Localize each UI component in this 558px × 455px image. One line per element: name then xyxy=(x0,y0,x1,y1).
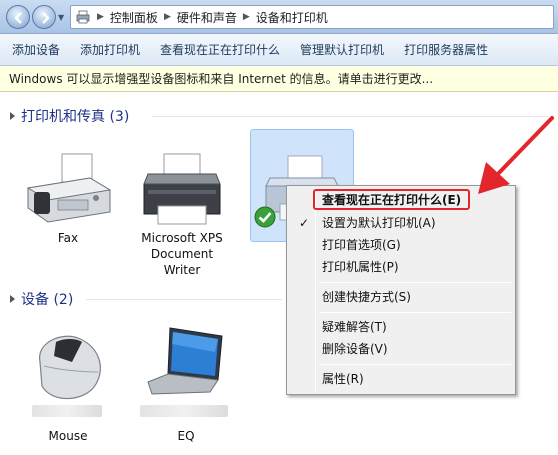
devices-printers-icon xyxy=(76,10,90,24)
breadcrumb-separator-icon: ▶ xyxy=(97,12,104,22)
collapse-triangle-icon[interactable] xyxy=(10,112,15,120)
menu-item-printer-properties[interactable]: 打印机属性(P) xyxy=(289,256,513,278)
xps-printer-device[interactable]: Microsoft XPS Document Writer xyxy=(132,150,232,278)
checkmark-icon: ✓ xyxy=(299,216,310,230)
back-button[interactable] xyxy=(6,5,30,29)
fax-icon xyxy=(26,153,112,223)
menu-separator xyxy=(319,364,511,365)
menu-item-remove-device[interactable]: 删除设备(V) xyxy=(289,338,513,360)
device-label: Mouse xyxy=(48,429,88,443)
information-bar[interactable]: Windows 可以显示增强型设备图标和来自 Internet 的信息。请单击进… xyxy=(0,66,558,92)
breadcrumb-separator-icon[interactable]: ▶ xyxy=(243,12,250,22)
arrow-left-icon xyxy=(14,12,22,24)
menu-separator xyxy=(319,312,511,313)
menu-separator xyxy=(319,282,511,283)
section-divider xyxy=(86,299,282,300)
printers-section-header[interactable]: 打印机和传真 (3) xyxy=(10,106,129,126)
devices-section-header[interactable]: 设备 (2) xyxy=(10,289,73,309)
device-label-line-3: Writer xyxy=(163,263,201,277)
menu-item-printing-preferences[interactable]: 打印首选项(G) xyxy=(289,234,513,256)
laptop-icon xyxy=(147,327,223,395)
address-bar-area: ▼ ▶ 控制面板 ▶ 硬件和声音 ▶ 设备和打印机 xyxy=(0,0,558,34)
computer-device[interactable]: EQ xyxy=(136,322,236,444)
history-dropdown-icon[interactable]: ▼ xyxy=(58,13,64,22)
add-device-button[interactable]: 添加设备 xyxy=(0,41,70,58)
menu-item-troubleshoot[interactable]: 疑难解答(T) xyxy=(289,316,513,338)
breadcrumb-hardware-sound[interactable]: 硬件和声音 xyxy=(177,9,237,26)
menu-item-label: 设置为默认打印机(A) xyxy=(322,216,436,230)
address-field[interactable]: ▶ 控制面板 ▶ 硬件和声音 ▶ 设备和打印机 xyxy=(70,5,554,29)
mouse-icon xyxy=(39,335,101,400)
device-label: Fax xyxy=(57,231,79,245)
forward-button[interactable] xyxy=(32,5,56,29)
command-bar: 添加设备 添加打印机 查看现在正在打印什么 管理默认打印机 打印服务器属性 xyxy=(0,34,558,66)
arrow-right-icon xyxy=(42,12,50,24)
see-whats-printing-button[interactable]: 查看现在正在打印什么 xyxy=(150,41,290,58)
add-printer-button[interactable]: 添加打印机 xyxy=(70,41,150,58)
breadcrumb-control-panel[interactable]: 控制面板 xyxy=(110,9,158,26)
print-server-properties-button[interactable]: 打印服务器属性 xyxy=(394,41,498,58)
breadcrumb-separator-icon[interactable]: ▶ xyxy=(164,12,171,22)
mouse-device[interactable]: Mouse xyxy=(18,322,118,444)
printer-context-menu: 查看现在正在打印什么(E) ✓ 设置为默认打印机(A) 打印首选项(G) 打印机… xyxy=(286,185,516,395)
menu-item-create-shortcut[interactable]: 创建快捷方式(S) xyxy=(289,286,513,308)
section-divider xyxy=(152,116,548,117)
printer-icon xyxy=(143,153,221,225)
fax-device[interactable]: Fax xyxy=(18,150,118,246)
device-label: EQ xyxy=(177,429,195,443)
redacted-text xyxy=(32,405,102,417)
menu-item-properties[interactable]: 属性(R) xyxy=(289,368,513,390)
default-printer-check-icon xyxy=(254,206,276,228)
breadcrumb-devices-printers[interactable]: 设备和打印机 xyxy=(256,9,328,26)
device-label-line-2: Document xyxy=(150,247,214,261)
menu-item-set-default-printer[interactable]: ✓ 设置为默认打印机(A) xyxy=(289,212,513,234)
printers-section-title: 打印机和传真 (3) xyxy=(21,109,130,125)
redacted-text xyxy=(140,405,228,417)
device-label-line-1: Microsoft XPS xyxy=(141,231,223,245)
manage-default-printers-button[interactable]: 管理默认打印机 xyxy=(290,41,394,58)
collapse-triangle-icon[interactable] xyxy=(10,295,15,303)
devices-section-title: 设备 (2) xyxy=(21,292,74,308)
annotation-highlight-box xyxy=(313,189,470,210)
